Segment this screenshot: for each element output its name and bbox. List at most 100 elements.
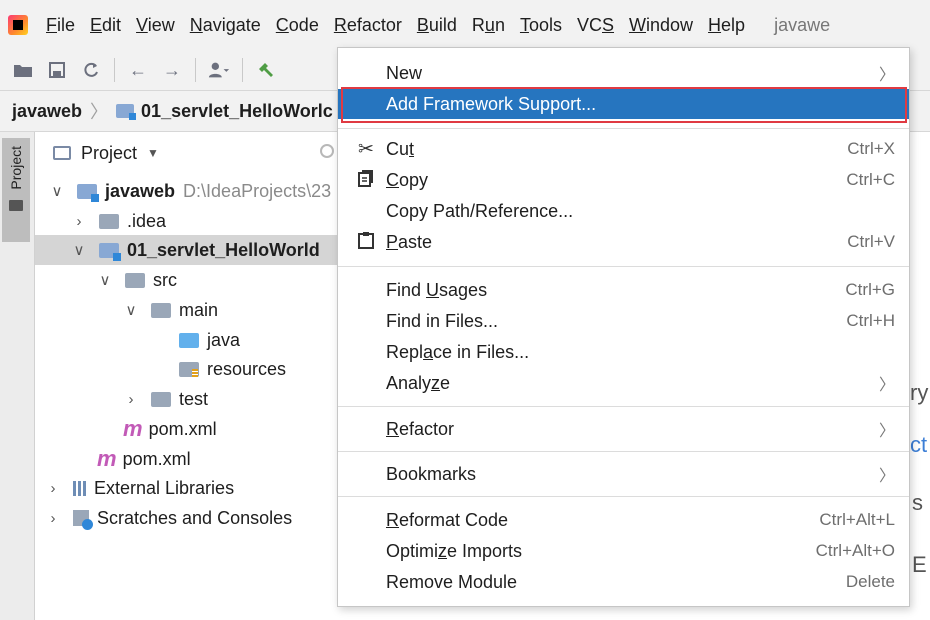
- menu-navigate[interactable]: Navigate: [190, 15, 261, 36]
- editor-ghost-text: ry: [910, 380, 929, 405]
- menu-item-replace-in-files[interactable]: Replace in Files...: [338, 337, 909, 367]
- submenu-arrow-icon: 〉: [878, 377, 895, 394]
- menu-window[interactable]: Window: [629, 15, 693, 36]
- menu-item-new[interactable]: New 〉: [338, 58, 909, 88]
- menu-item-find-in-files[interactable]: Find in Files... Ctrl+H: [338, 306, 909, 336]
- module-folder-icon: [116, 104, 137, 120]
- menu-tools[interactable]: Tools: [520, 15, 562, 36]
- menu-run[interactable]: Run: [472, 15, 505, 36]
- folder-icon: [151, 391, 171, 407]
- menu-view[interactable]: View: [136, 15, 175, 36]
- user-dropdown-icon[interactable]: [208, 59, 230, 81]
- menu-item-copy[interactable]: Copy Ctrl+C: [338, 165, 909, 195]
- folder-icon: [99, 213, 119, 229]
- toolbar-divider: [114, 58, 115, 82]
- breadcrumb-chevron-icon: 〉: [90, 102, 109, 122]
- module-folder-icon: [77, 183, 99, 202]
- tree-item-idea[interactable]: › .idea: [35, 206, 376, 236]
- menu-file[interactable]: File: [46, 15, 75, 36]
- breadcrumb-module[interactable]: 01_servlet_HelloWorlc: [141, 101, 333, 122]
- scissors-icon: ✂: [358, 139, 374, 160]
- tree-item-scratches[interactable]: › Scratches and Consoles: [35, 503, 350, 533]
- submenu-arrow-icon: 〉: [878, 423, 895, 440]
- shortcut-label: Ctrl+H: [846, 311, 895, 330]
- menu-item-find-usages[interactable]: Find Usages Ctrl+G: [338, 275, 909, 305]
- menu-separator: [338, 406, 909, 407]
- forward-arrow-icon[interactable]: →: [161, 59, 183, 81]
- copy-icon: [356, 169, 376, 193]
- project-path: D:\IdeaProjects\23: [183, 180, 332, 201]
- menu-item-remove-module[interactable]: Remove Module Delete: [338, 567, 909, 597]
- collapsed-arrow-icon[interactable]: ›: [45, 510, 61, 527]
- editor-ghost-text: s: [912, 490, 923, 515]
- toolbar-divider: [195, 58, 196, 82]
- menu-refactor[interactable]: Refactor: [334, 15, 402, 36]
- menu-item-cut[interactable]: ✂ Cut Ctrl+X: [338, 134, 909, 164]
- menu-separator: [338, 496, 909, 497]
- shortcut-label: Ctrl+C: [846, 170, 895, 189]
- maven-file-icon: m: [123, 416, 143, 441]
- menu-build[interactable]: Build: [417, 15, 457, 36]
- save-all-icon[interactable]: [46, 59, 68, 81]
- menu-vcs[interactable]: VCS: [577, 15, 614, 36]
- project-panel-header: Project ▼: [35, 132, 340, 174]
- menu-edit[interactable]: Edit: [90, 15, 121, 36]
- module-folder-icon: [99, 242, 121, 261]
- menu-item-reformat-code[interactable]: Reformat Code Ctrl+Alt+L: [338, 505, 909, 535]
- menu-separator: [338, 128, 909, 129]
- shortcut-label: Delete: [845, 572, 895, 591]
- menu-code[interactable]: Code: [276, 15, 319, 36]
- menu-item-copy-path[interactable]: Copy Path/Reference...: [338, 196, 909, 226]
- scratches-icon: [73, 510, 93, 530]
- folder-icon: [9, 199, 23, 211]
- shortcut-label: Ctrl+Alt+L: [819, 510, 895, 529]
- menu-item-paste[interactable]: Paste Ctrl+V: [338, 227, 909, 257]
- tree-item-javaweb[interactable]: ∨ javaweb D:\IdeaProjects\23: [35, 176, 354, 206]
- editor-ghost-text: E: [912, 552, 927, 577]
- resources-folder-icon: [179, 361, 199, 377]
- expanded-arrow-icon[interactable]: ∨: [123, 301, 139, 319]
- menu-separator: [338, 451, 909, 452]
- submenu-arrow-icon: 〉: [878, 67, 895, 84]
- menu-help[interactable]: Help: [708, 15, 745, 36]
- open-folder-icon[interactable]: [12, 59, 34, 81]
- project-view-selector[interactable]: Project: [81, 143, 137, 164]
- tree-item-01-servlet-helloworld[interactable]: ∨ 01_servlet_HelloWorld: [35, 235, 376, 265]
- left-tool-window-strip: Project: [0, 132, 35, 620]
- expanded-arrow-icon[interactable]: ∨: [49, 182, 65, 200]
- collapsed-arrow-icon[interactable]: ›: [71, 213, 87, 230]
- menu-item-optimize-imports[interactable]: Optimize Imports Ctrl+Alt+O: [338, 536, 909, 566]
- collapsed-arrow-icon[interactable]: ›: [123, 391, 139, 408]
- project-tool-tab-label: Project: [8, 146, 24, 190]
- window-title: javawe: [774, 14, 831, 35]
- submenu-arrow-icon: 〉: [878, 468, 895, 485]
- shortcut-label: Ctrl+X: [847, 139, 895, 158]
- locate-target-icon[interactable]: [320, 144, 334, 158]
- maven-file-icon: m: [97, 446, 117, 471]
- shortcut-label: Ctrl+Alt+O: [815, 541, 895, 560]
- back-arrow-icon[interactable]: ←: [127, 59, 149, 81]
- clipboard-icon: [356, 231, 376, 255]
- folder-icon: [151, 302, 171, 318]
- menu-item-analyze[interactable]: Analyze 〉: [338, 368, 909, 398]
- expanded-arrow-icon[interactable]: ∨: [71, 241, 87, 259]
- project-tool-window: Project ▼ ∨ javaweb D:\IdeaProjects\23 ›…: [35, 132, 376, 620]
- menu-item-refactor[interactable]: Refactor 〉: [338, 414, 909, 444]
- intellij-logo-icon: [8, 15, 28, 35]
- menu-separator: [338, 266, 909, 267]
- breadcrumb-project[interactable]: javaweb: [12, 101, 82, 122]
- library-icon: [73, 480, 86, 496]
- folder-icon: [125, 272, 145, 288]
- shortcut-label: Ctrl+V: [847, 232, 895, 251]
- sync-icon[interactable]: [80, 59, 102, 81]
- expanded-arrow-icon[interactable]: ∨: [97, 271, 113, 289]
- build-hammer-icon[interactable]: [255, 59, 277, 81]
- menu-bar: File Edit View Navigate Code Refactor Bu…: [0, 0, 930, 50]
- editor-ghost-text: ct: [910, 432, 928, 457]
- dropdown-caret-icon[interactable]: ▼: [147, 146, 159, 160]
- menu-item-add-framework-support[interactable]: Add Framework Support...: [338, 89, 909, 119]
- project-tool-tab[interactable]: Project: [2, 138, 30, 242]
- collapsed-arrow-icon[interactable]: ›: [45, 480, 61, 497]
- menu-item-bookmarks[interactable]: Bookmarks 〉: [338, 459, 909, 489]
- tree-item-external-libraries[interactable]: › External Libraries: [35, 473, 350, 503]
